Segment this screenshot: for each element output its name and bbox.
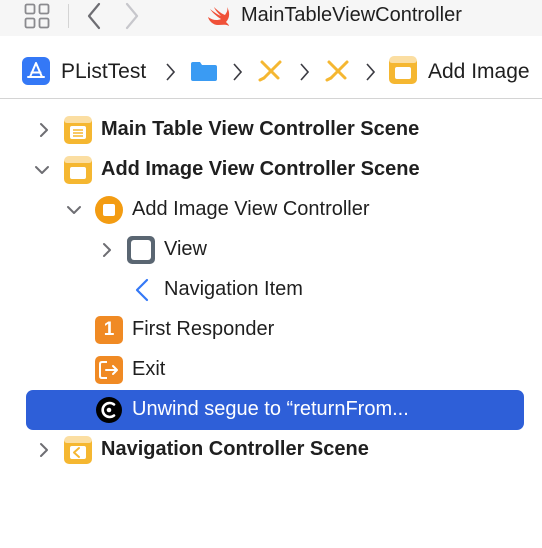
view-controller-icon: [95, 196, 123, 224]
breadcrumb-divider: [0, 98, 542, 99]
exit-icon: [95, 356, 123, 384]
chevron-right-icon[interactable]: [36, 122, 52, 138]
back-chevron-icon[interactable]: [86, 2, 102, 30]
outline-row-label: Navigation Item: [164, 278, 303, 300]
unwind-segue-icon: [96, 397, 122, 423]
breadcrumb-chevron-icon: [233, 63, 242, 81]
breadcrumb: PListTest Add Image: [0, 48, 542, 96]
scene-icon: [64, 156, 92, 184]
chevron-right-icon[interactable]: [99, 242, 115, 258]
app-store-project-icon[interactable]: [22, 57, 50, 85]
outline-row-exit[interactable]: Exit: [0, 350, 542, 390]
outline-row-label: Add Image View Controller Scene: [101, 158, 420, 180]
storyboard-group-icon[interactable]: [258, 58, 284, 84]
breadcrumb-project[interactable]: PListTest: [61, 60, 146, 84]
first-responder-icon: 1: [95, 316, 123, 344]
outline-row-label: Exit: [132, 358, 166, 380]
outline-row-label: Unwind segue to “returnFrom...: [132, 398, 409, 420]
top-toolbar: MainTableViewController: [0, 0, 542, 36]
outline-row-label: Add Image View Controller: [132, 198, 370, 220]
file-tab-title[interactable]: MainTableViewController: [241, 4, 462, 27]
outline-row-add-image-scene[interactable]: Add Image View Controller Scene: [0, 150, 542, 190]
breadcrumb-current[interactable]: Add Image: [428, 60, 530, 84]
outline-row-first-responder[interactable]: 1 First Responder: [0, 310, 542, 350]
outline-row-label: Main Table View Controller Scene: [101, 118, 420, 140]
outline-row-label: Navigation Controller Scene: [101, 438, 369, 460]
chevron-right-icon[interactable]: [36, 442, 52, 458]
outline-row-view[interactable]: View: [0, 230, 542, 270]
breadcrumb-chevron-icon: [300, 63, 309, 81]
scene-icon: [64, 116, 92, 144]
toolbar-separator: [68, 4, 69, 28]
navigation-item-icon: [135, 278, 149, 302]
swift-file-icon: [208, 7, 230, 26]
outline-row-unwind-segue[interactable]: Unwind segue to “returnFrom...: [0, 390, 542, 430]
folder-icon[interactable]: [190, 60, 218, 82]
chevron-down-icon[interactable]: [34, 162, 50, 178]
outline-row-add-image-controller[interactable]: Add Image View Controller: [0, 190, 542, 230]
outline-row-label: View: [164, 238, 207, 260]
view-icon: [127, 236, 155, 264]
grid-icon[interactable]: [24, 3, 50, 29]
scene-icon: [64, 436, 92, 464]
outline-row-main-table-scene[interactable]: Main Table View Controller Scene: [0, 110, 542, 150]
forward-chevron-icon[interactable]: [124, 2, 140, 30]
chevron-down-icon[interactable]: [66, 202, 82, 218]
storyboard-file-icon[interactable]: [325, 58, 351, 84]
breadcrumb-chevron-icon: [366, 63, 375, 81]
scene-icon[interactable]: [389, 56, 417, 84]
outline-row-label: First Responder: [132, 318, 275, 340]
breadcrumb-chevron-icon: [166, 63, 175, 81]
outline-row-navigation-controller-scene[interactable]: Navigation Controller Scene: [0, 430, 542, 470]
outline-row-navigation-item[interactable]: Navigation Item: [0, 270, 542, 310]
